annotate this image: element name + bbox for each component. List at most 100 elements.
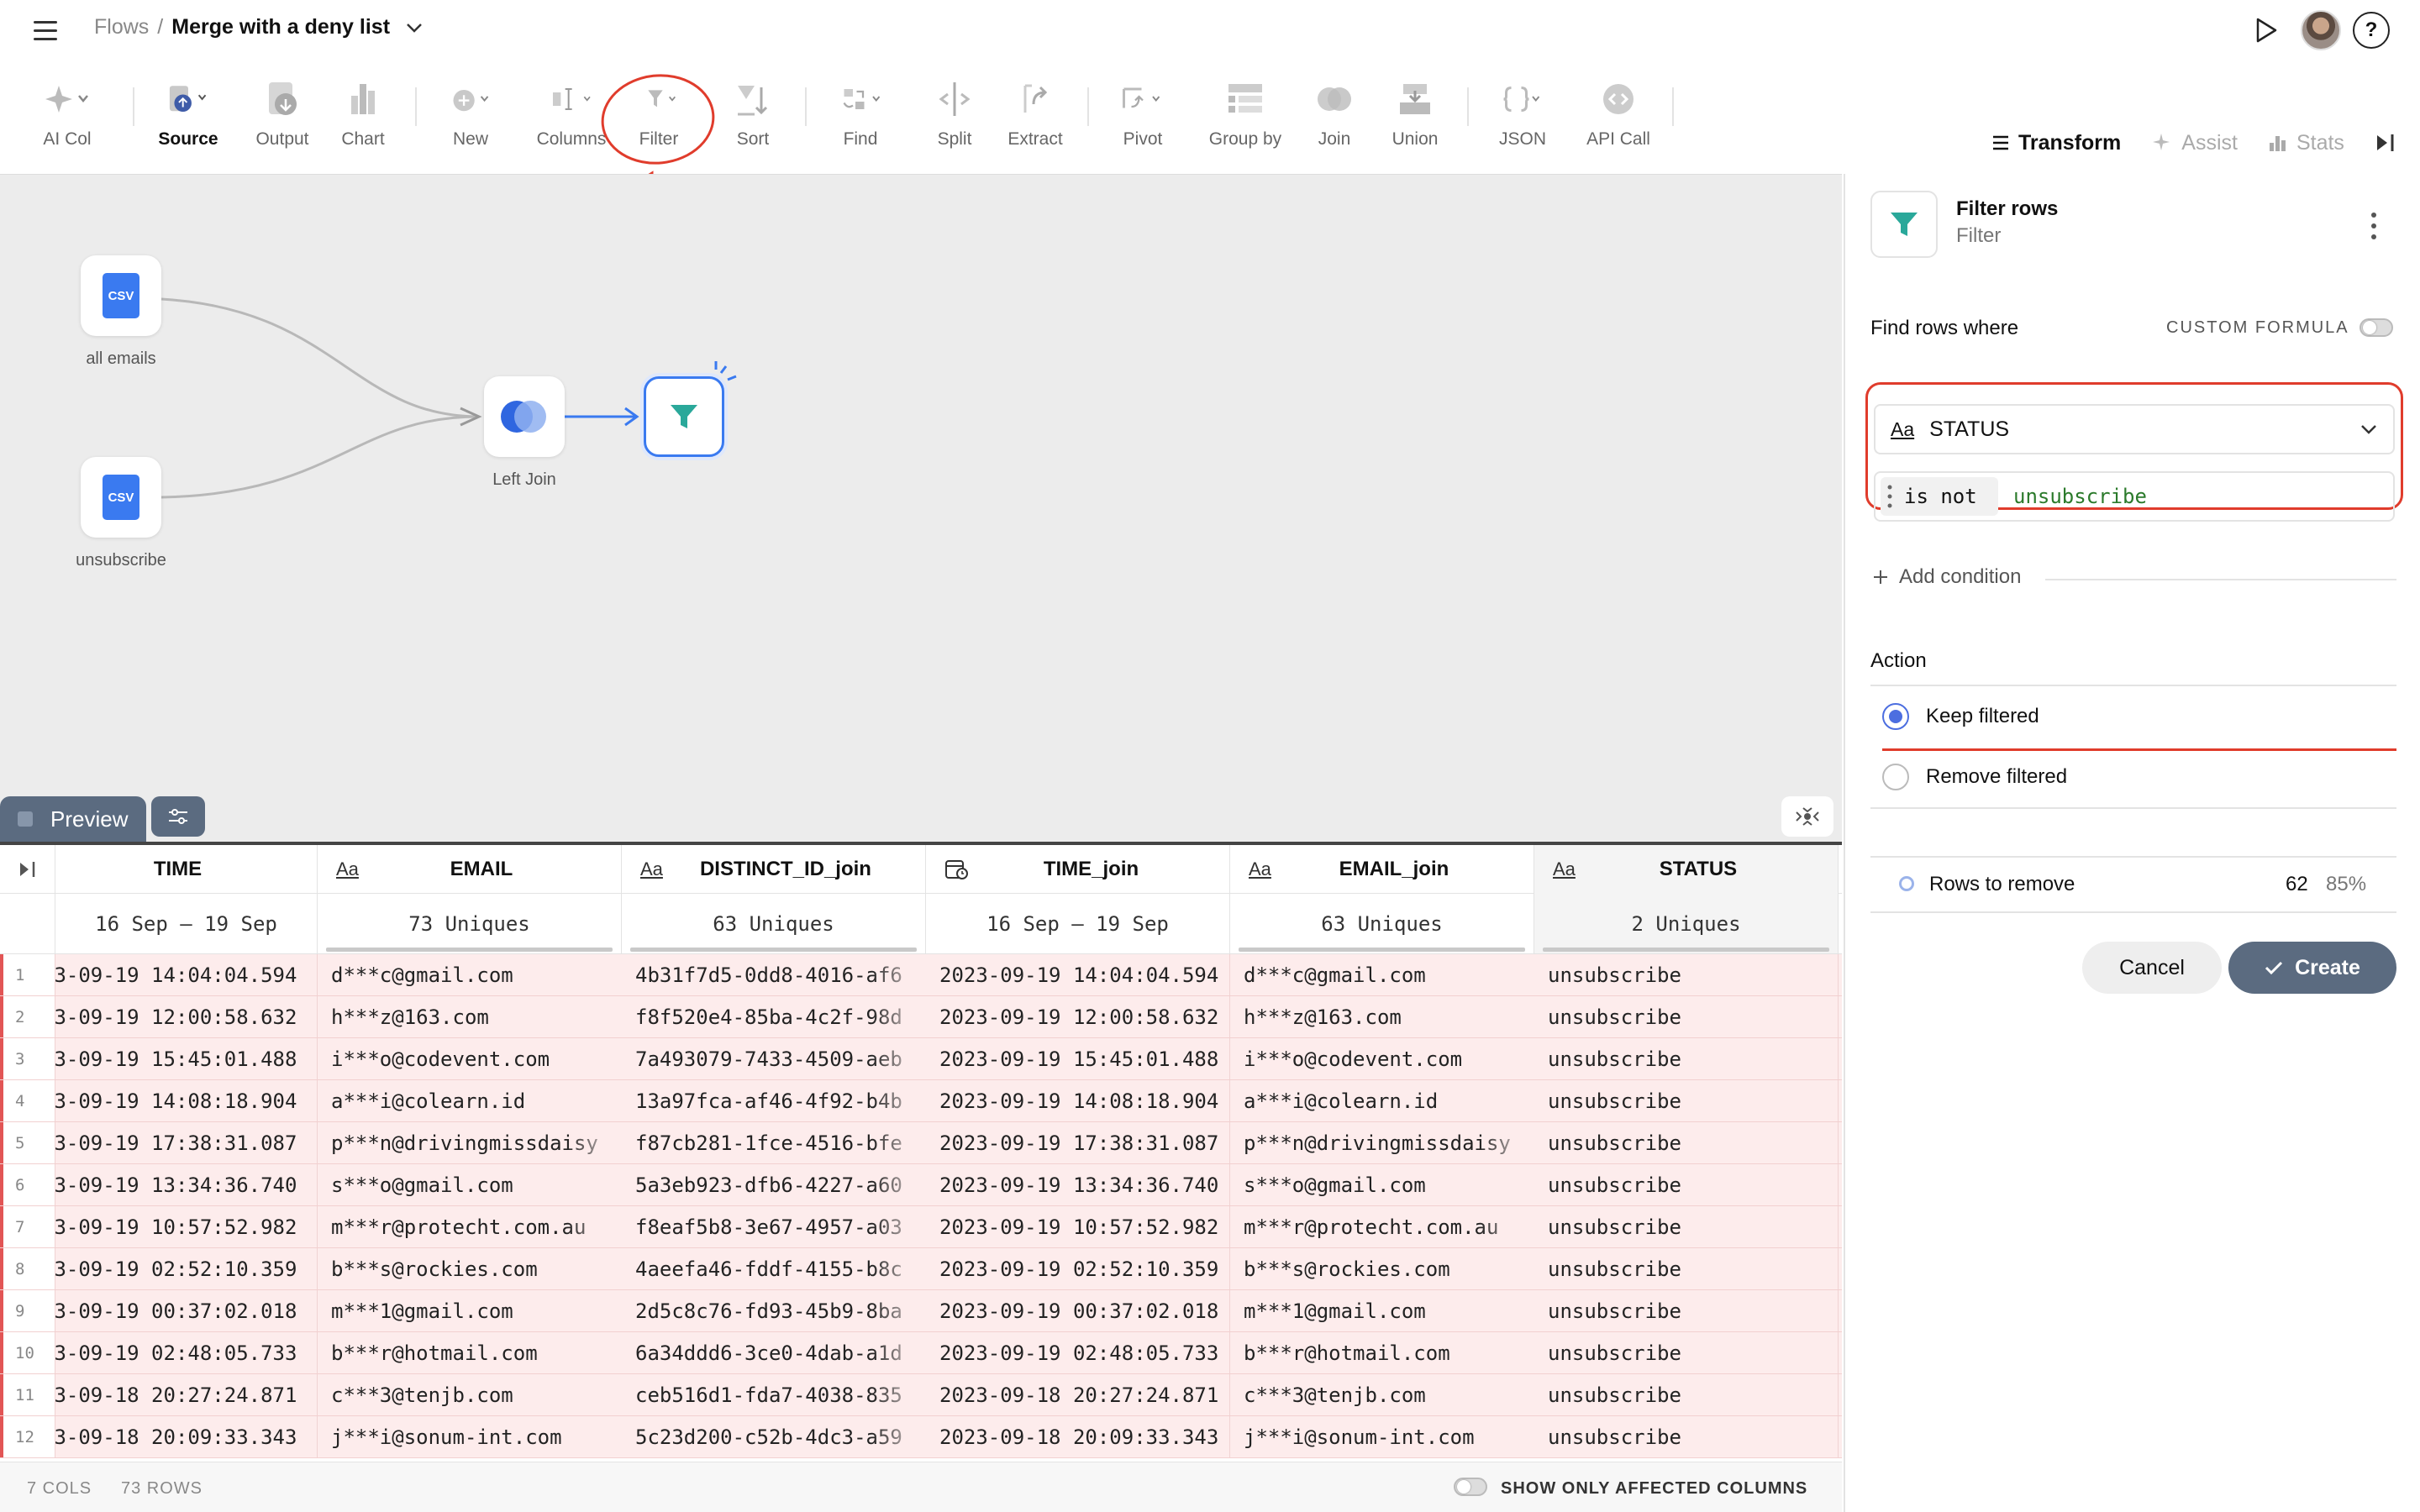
column-header-email-join[interactable]: Aa EMAIL_join — [1230, 845, 1534, 893]
table-cell[interactable]: 2023-09-19 13:34:36.740 — [926, 1164, 1230, 1205]
chevron-down-icon[interactable] — [405, 22, 424, 34]
operator-select[interactable]: is not — [1881, 477, 1998, 516]
table-cell[interactable]: 4aeefa46-fddf-4155-b8c — [622, 1248, 926, 1289]
table-cell[interactable]: 2023-09-19 00:37:02.018 — [926, 1290, 1230, 1331]
table-cell[interactable]: b***s@rockies.com — [318, 1248, 622, 1289]
table-cell[interactable]: j***i@sonum-int.com — [318, 1416, 622, 1457]
table-cell[interactable]: d***c@gmail.com — [318, 954, 622, 995]
table-cell[interactable]: 23-09-19 14:08:18.904 — [55, 1080, 318, 1121]
table-cell[interactable]: unsubscribe — [1534, 1374, 1839, 1415]
table-cell[interactable]: b***r@hotmail.com — [1230, 1332, 1534, 1373]
collapse-panel-icon[interactable] — [2375, 132, 2396, 154]
table-row[interactable]: 9 23-09-19 00:37:02.018 m***1@gmail.com 2d5… — [0, 1290, 1842, 1332]
tool-union[interactable]: Union — [1365, 76, 1465, 160]
condition-field-select[interactable]: Aa STATUS — [1874, 404, 2395, 454]
table-cell[interactable]: unsubscribe — [1534, 1080, 1839, 1121]
tool-pivot[interactable]: Pivot — [1092, 76, 1193, 160]
add-condition-button[interactable]: Add condition — [1872, 565, 2021, 589]
table-cell[interactable]: s***o@gmail.com — [318, 1164, 622, 1205]
table-row[interactable]: 4 23-09-19 14:08:18.904 a***i@colearn.id 13… — [0, 1080, 1842, 1122]
table-cell[interactable]: 23-09-19 13:34:36.740 — [55, 1164, 318, 1205]
table-row[interactable]: 7 23-09-19 10:57:52.982 m***r@protecht.com… — [0, 1206, 1842, 1248]
table-row[interactable]: 11 23-09-18 20:27:24.871 c***3@tenjb.com ce… — [0, 1374, 1842, 1416]
table-cell[interactable]: 5c23d200-c52b-4dc3-a59 — [622, 1416, 926, 1457]
play-icon[interactable] — [2250, 15, 2281, 45]
table-cell[interactable]: p***n@drivingmissdaisy — [1230, 1122, 1534, 1163]
create-button[interactable]: Create — [2228, 942, 2396, 994]
table-row[interactable]: 5 23-09-19 17:38:31.087 p***n@drivingmissd… — [0, 1122, 1842, 1164]
table-cell[interactable]: 2023-09-19 12:00:58.632 — [926, 996, 1230, 1037]
tool-group-by[interactable]: Group by — [1195, 76, 1296, 160]
tool-json[interactable]: JSON — [1472, 76, 1573, 160]
preview-tab[interactable]: Preview — [0, 796, 146, 842]
table-cell[interactable]: m***1@gmail.com — [318, 1290, 622, 1331]
tool-find[interactable]: Find — [810, 76, 911, 160]
menu-icon[interactable] — [34, 17, 60, 44]
table-cell[interactable]: 13a97fca-af46-4f92-b4b — [622, 1080, 926, 1121]
column-header-time[interactable]: TIME — [55, 845, 318, 893]
cancel-button[interactable]: Cancel — [2082, 942, 2222, 994]
table-cell[interactable]: 7a493079-7433-4509-aeb — [622, 1038, 926, 1079]
table-row[interactable]: 2 23-09-19 12:00:58.632 h***z@163.com f8f52… — [0, 996, 1842, 1038]
table-cell[interactable]: unsubscribe — [1534, 996, 1839, 1037]
table-cell[interactable]: b***s@rockies.com — [1230, 1248, 1534, 1289]
tab-assist[interactable]: Assist — [2151, 131, 2238, 155]
table-cell[interactable]: f8eaf5b8-3e67-4957-a03 — [622, 1206, 926, 1247]
table-row[interactable]: 1 23-09-19 14:04:04.594 d***c@gmail.com 4b3… — [0, 954, 1842, 996]
breadcrumb-root[interactable]: Flows — [94, 15, 149, 39]
column-header-distinct-id-join[interactable]: Aa DISTINCT_ID_join — [622, 845, 926, 893]
table-cell[interactable]: d***c@gmail.com — [1230, 954, 1534, 995]
column-header-email[interactable]: Aa EMAIL — [318, 845, 622, 893]
table-row[interactable]: 10 23-09-19 02:48:05.733 b***r@hotmail.com… — [0, 1332, 1842, 1374]
column-header-status[interactable]: Aa STATUS — [1534, 845, 1839, 894]
table-cell[interactable]: 23-09-18 20:09:33.343 — [55, 1416, 318, 1457]
table-cell[interactable]: ceb516d1-fda7-4038-835 — [622, 1374, 926, 1415]
table-cell[interactable]: j***i@sonum-int.com — [1230, 1416, 1534, 1457]
tool-extract[interactable]: Extract — [985, 76, 1086, 160]
step-title[interactable]: Filter rows — [1956, 197, 2058, 221]
preview-settings-button[interactable] — [151, 796, 205, 837]
table-cell[interactable]: i***o@codevent.com — [318, 1038, 622, 1079]
more-options-icon[interactable] — [2370, 211, 2378, 241]
table-cell[interactable]: 23-09-19 12:00:58.632 — [55, 996, 318, 1037]
table-cell[interactable]: a***i@colearn.id — [1230, 1080, 1534, 1121]
table-cell[interactable]: 2023-09-19 14:04:04.594 — [926, 954, 1230, 995]
table-cell[interactable]: 2023-09-19 02:48:05.733 — [926, 1332, 1230, 1373]
table-cell[interactable]: a***i@colearn.id — [318, 1080, 622, 1121]
table-cell[interactable]: unsubscribe — [1534, 954, 1839, 995]
tool-ai-col[interactable]: AI Col — [17, 76, 118, 160]
table-cell[interactable]: 23-09-19 14:04:04.594 — [55, 954, 318, 995]
table-cell[interactable]: 2023-09-19 15:45:01.488 — [926, 1038, 1230, 1079]
table-cell[interactable]: 23-09-19 17:38:31.087 — [55, 1122, 318, 1163]
flow-canvas[interactable]: CSV all emails CSV unsubscribe Left Join — [0, 174, 1842, 842]
table-cell[interactable]: 23-09-18 20:27:24.871 — [55, 1374, 318, 1415]
table-cell[interactable]: 2023-09-19 02:52:10.359 — [926, 1248, 1230, 1289]
avatar[interactable] — [2301, 10, 2341, 50]
table-cell[interactable]: 23-09-19 00:37:02.018 — [55, 1290, 318, 1331]
drag-handle-icon[interactable] — [1887, 484, 1892, 509]
table-cell[interactable]: 4b31f7d5-0dd8-4016-af6 — [622, 954, 926, 995]
table-cell[interactable]: unsubscribe — [1534, 1290, 1839, 1331]
table-cell[interactable]: 23-09-19 02:48:05.733 — [55, 1332, 318, 1373]
table-row[interactable]: 3 23-09-19 15:45:01.488 i***o@codevent.com… — [0, 1038, 1842, 1080]
table-cell[interactable]: b***r@hotmail.com — [318, 1332, 622, 1373]
node-all-emails[interactable]: CSV — [81, 255, 161, 336]
custom-formula-toggle[interactable] — [2360, 318, 2393, 337]
table-cell[interactable]: 23-09-19 02:52:10.359 — [55, 1248, 318, 1289]
table-cell[interactable]: m***r@protecht.com.au — [1230, 1206, 1534, 1247]
tab-stats[interactable]: Stats — [2268, 131, 2344, 155]
table-cell[interactable]: 2023-09-19 14:08:18.904 — [926, 1080, 1230, 1121]
table-cell[interactable]: f87cb281-1fce-4516-bfe — [622, 1122, 926, 1163]
node-left-join[interactable] — [484, 376, 565, 457]
affected-columns-toggle[interactable] — [1454, 1478, 1487, 1496]
table-cell[interactable]: s***o@gmail.com — [1230, 1164, 1534, 1205]
table-cell[interactable]: 2023-09-18 20:27:24.871 — [926, 1374, 1230, 1415]
table-cell[interactable]: i***o@codevent.com — [1230, 1038, 1534, 1079]
tab-transform[interactable]: Transform — [1991, 131, 2121, 155]
table-cell[interactable]: c***3@tenjb.com — [318, 1374, 622, 1415]
tool-new[interactable]: New — [420, 76, 521, 160]
table-cell[interactable]: 23-09-19 15:45:01.488 — [55, 1038, 318, 1079]
action-remove-filtered[interactable]: Remove filtered — [1882, 764, 2067, 790]
flow-title[interactable]: Merge with a deny list — [171, 15, 390, 39]
tool-source[interactable]: Source — [138, 76, 239, 160]
